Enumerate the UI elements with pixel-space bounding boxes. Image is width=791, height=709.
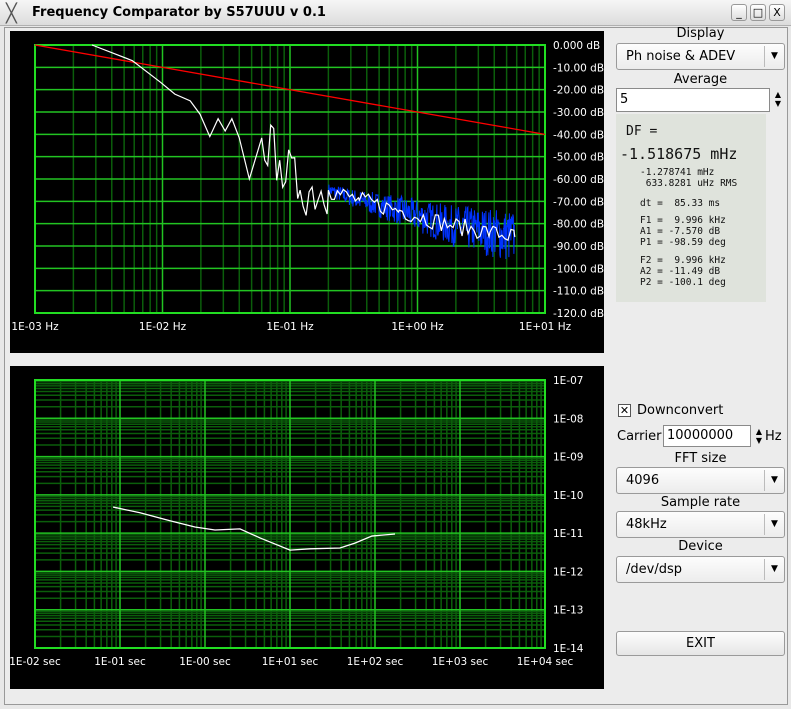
x-tick-label: 1E+02 sec xyxy=(347,656,404,668)
x-tick-label: 1E+00 Hz xyxy=(391,321,444,333)
display-label: Display xyxy=(676,26,725,41)
y-tick-label: -20.00 dBc xyxy=(553,85,604,97)
y-tick-label: -10.00 dBc xyxy=(553,62,604,74)
y-tick-label: -120.0 dBc xyxy=(553,308,604,320)
device-value: /dev/dsp xyxy=(626,562,682,577)
x-tick-label: 1E+04 sec xyxy=(517,656,574,668)
a2-value: A2 = -11.49 dB xyxy=(640,266,721,277)
y-tick-label: 1E-08 xyxy=(553,413,583,425)
downconvert-label: Downconvert xyxy=(637,403,724,418)
x-tick-label: 1E-02 Hz xyxy=(139,321,187,333)
downconvert-checkbox[interactable]: ✕ xyxy=(618,404,631,417)
y-tick-label: -100.0 dBc xyxy=(553,263,604,275)
df-rms: 633.8281 uHz RMS xyxy=(640,178,738,189)
x-tick-label: 1E+01 Hz xyxy=(519,321,572,333)
f2-value: F2 = 9.996 kHz xyxy=(640,255,726,266)
window-title: Frequency Comparator by S57UUU v 0.1 xyxy=(32,5,326,20)
y-tick-label: 1E-11 xyxy=(553,528,583,540)
title-bar: ╳ Frequency Comparator by S57UUU v 0.1 _… xyxy=(0,0,791,26)
chevron-down-icon: ▼ xyxy=(764,559,784,580)
adev-plot: 1E-02 sec 1E-01 sec 1E-00 sec 1E+01 sec 1E+0… xyxy=(10,366,604,689)
y-tick-label: -90.00 dBc xyxy=(553,241,604,253)
x-tick-label: 1E-01 Hz xyxy=(266,321,314,333)
y-tick-label: 1E-07 xyxy=(553,375,583,387)
y-tick-label: -50.00 dBc xyxy=(553,152,604,164)
fft-size-value: 4096 xyxy=(626,473,660,488)
sample-rate-value: 48kHz xyxy=(626,517,667,532)
y-tick-label: -110.0 dBc xyxy=(553,286,604,298)
exit-button[interactable]: EXIT xyxy=(616,631,785,656)
sample-rate-label: Sample rate xyxy=(660,495,741,510)
close-button[interactable]: X xyxy=(769,4,785,21)
average-spinner[interactable]: ▲ ▼ xyxy=(772,90,784,108)
fft-size-select[interactable]: 4096 ▼ xyxy=(616,467,785,494)
display-value: Ph noise & ADEV xyxy=(626,49,736,64)
y-tick-label: -70.00 dBc xyxy=(553,196,604,208)
phase-noise-raw-trace xyxy=(327,184,515,260)
average-label: Average xyxy=(673,72,728,87)
x-tick-label: 1E-02 sec xyxy=(10,656,61,668)
carrier-label: Carrier xyxy=(617,429,662,444)
chevron-down-icon: ▼ xyxy=(764,46,784,67)
df-mean: -1.278741 mHz xyxy=(640,167,715,178)
fft-size-label: FFT size xyxy=(674,451,727,466)
y-tick-label: 0.000 dB xyxy=(553,40,600,52)
carrier-spinner[interactable]: ▲ ▼ xyxy=(753,427,765,445)
device-select[interactable]: /dev/dsp ▼ xyxy=(616,556,785,583)
df-label: DF = xyxy=(626,124,658,139)
device-label: Device xyxy=(678,539,723,554)
y-tick-label: 1E-10 xyxy=(553,490,583,502)
maximize-button[interactable]: □ xyxy=(750,4,766,21)
average-input[interactable]: 5 xyxy=(616,88,770,112)
carrier-unit: Hz xyxy=(765,429,782,444)
chevron-down-icon: ▼ xyxy=(764,470,784,491)
minimize-button[interactable]: _ xyxy=(731,4,747,21)
dt-value: dt = 85.33 ms xyxy=(640,198,721,209)
measurement-panel: DF = -1.518675 mHz -1.278741 mHz 633.828… xyxy=(616,114,766,302)
y-tick-label: 1E-14 xyxy=(553,643,584,655)
y-tick-label: 1E-12 xyxy=(553,566,583,578)
y-tick-label: 1E-13 xyxy=(553,605,583,617)
y-tick-label: -60.00 dBc xyxy=(553,174,604,186)
chevron-down-icon: ▼ xyxy=(764,514,784,535)
x-tick-label: 1E+01 sec xyxy=(262,656,319,668)
df-value: -1.518675 mHz xyxy=(620,145,738,163)
f1-value: F1 = 9.996 kHz xyxy=(640,215,726,226)
adev-trace xyxy=(112,506,396,551)
x-tick-label: 1E+03 sec xyxy=(432,656,489,668)
y-tick-label: -80.00 dBc xyxy=(553,219,604,231)
x-logo-icon: ╳ xyxy=(6,3,17,24)
y-tick-label: -40.00 dBc xyxy=(553,129,604,141)
p1-value: P1 = -98.59 deg xyxy=(640,237,726,248)
x-tick-label: 1E-03 Hz xyxy=(11,321,59,333)
x-tick-label: 1E-01 sec xyxy=(94,656,146,668)
y-tick-label: -30.00 dBc xyxy=(553,107,604,119)
a1-value: A1 = -7.570 dB xyxy=(640,226,721,237)
display-select[interactable]: Ph noise & ADEV ▼ xyxy=(616,43,785,70)
x-tick-label: 1E-00 sec xyxy=(179,656,231,668)
sample-rate-select[interactable]: 48kHz ▼ xyxy=(616,511,785,538)
y-tick-label: 1E-09 xyxy=(553,452,583,464)
p2-value: P2 = -100.1 deg xyxy=(640,277,726,288)
carrier-input[interactable]: 10000000 xyxy=(663,425,751,447)
phase-noise-plot: 1E-03 Hz 1E-02 Hz 1E-01 Hz 1E+00 Hz 1E+01 Hz… xyxy=(10,31,604,353)
